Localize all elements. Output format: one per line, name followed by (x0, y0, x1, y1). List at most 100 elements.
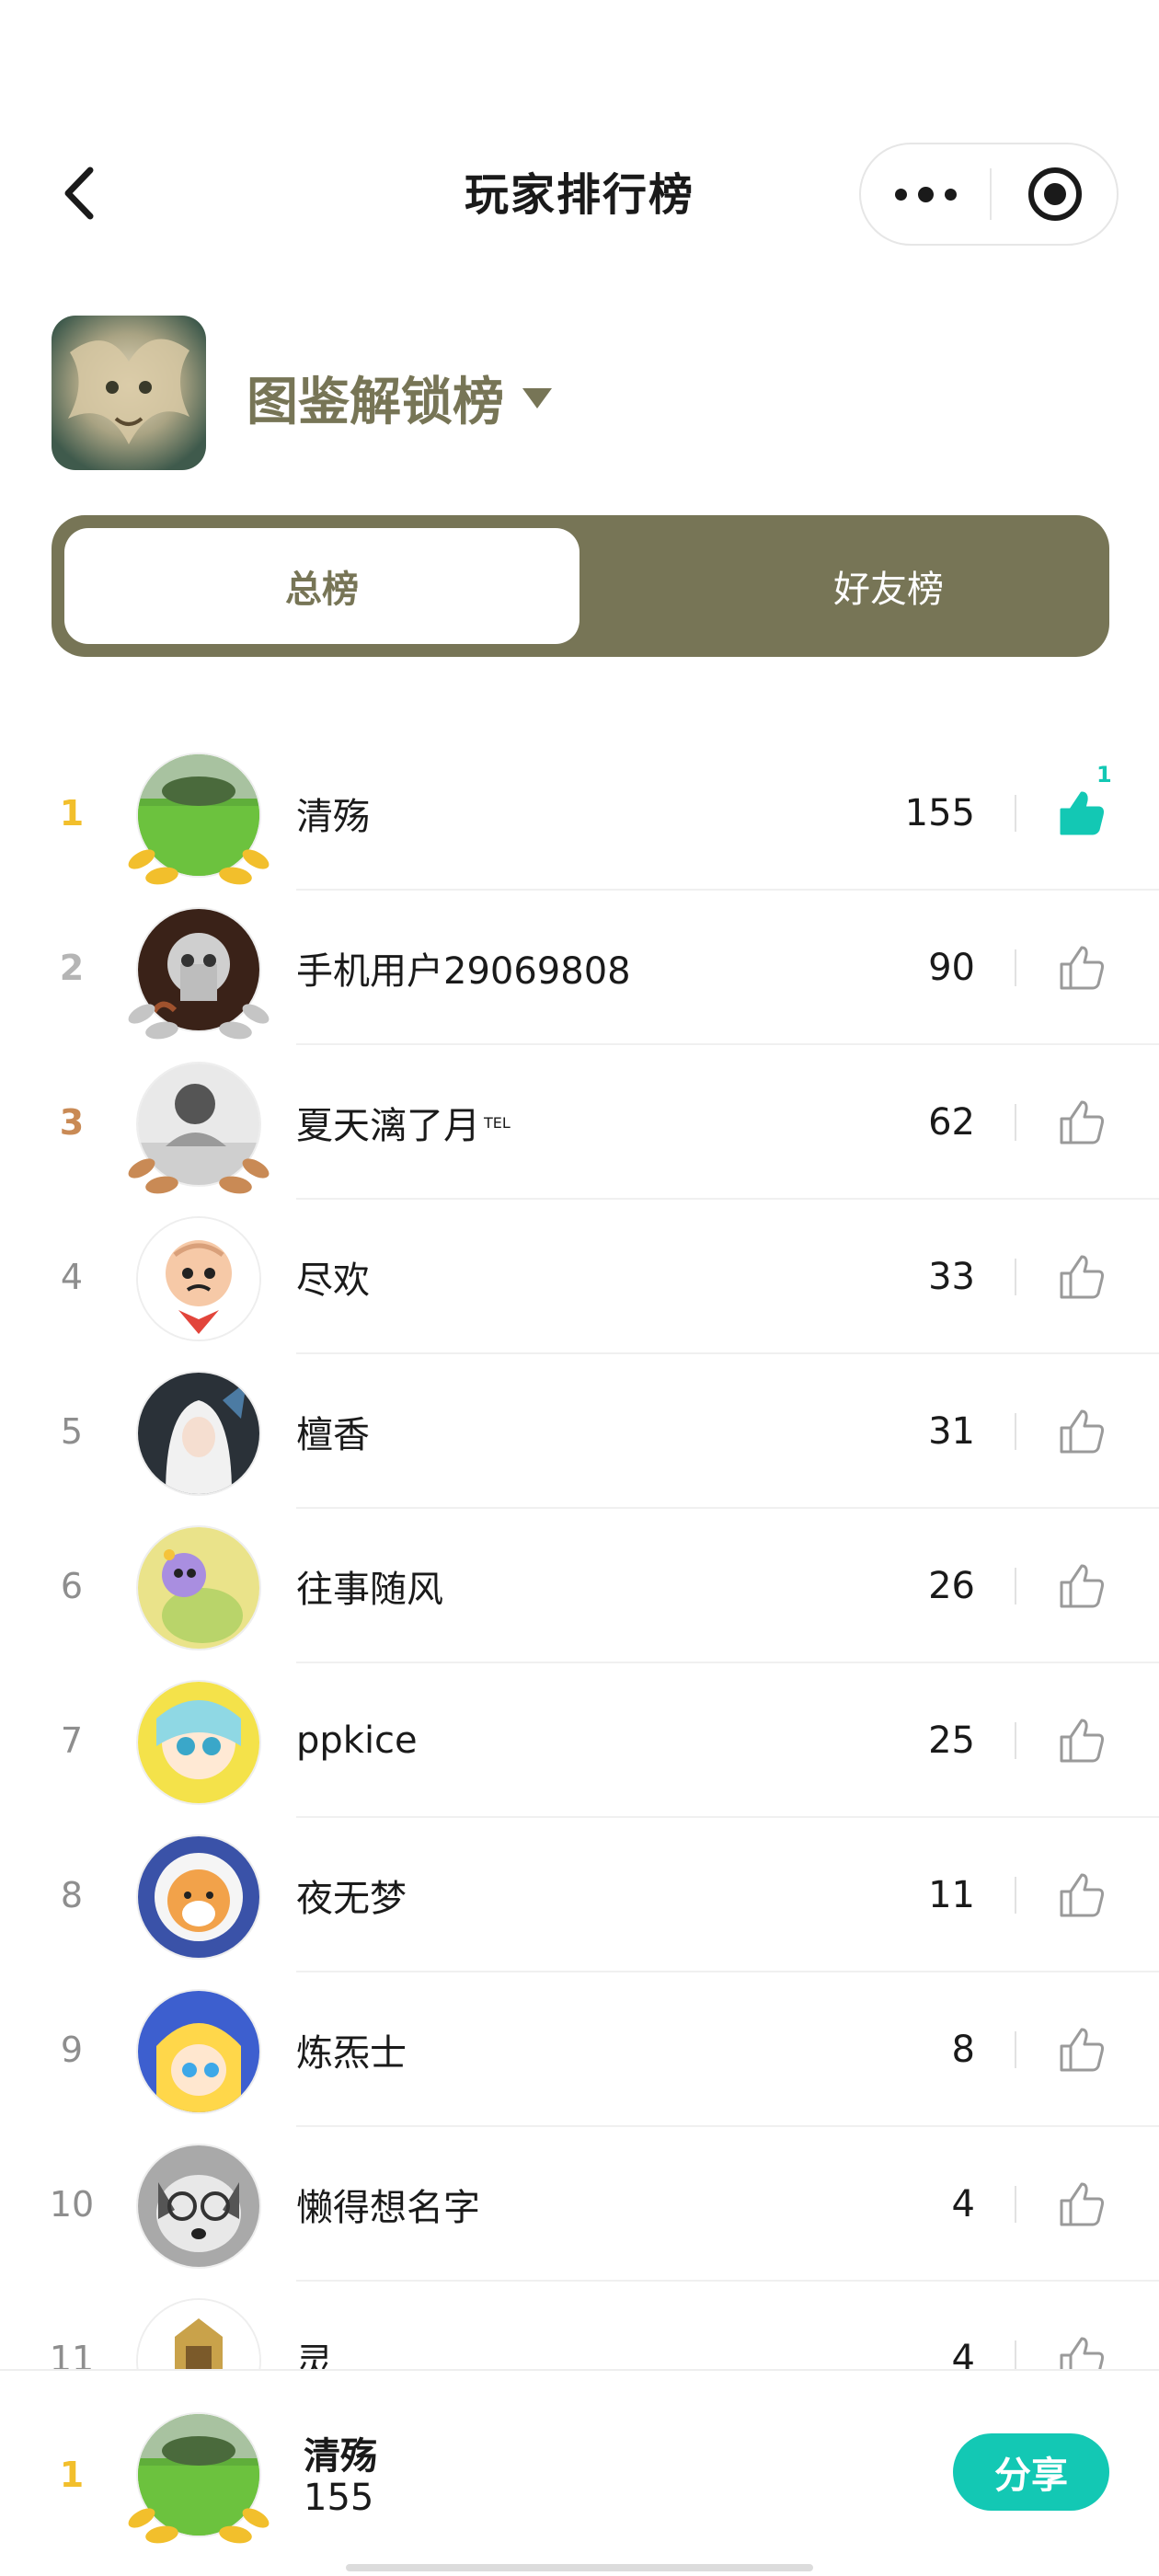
rank-number: 6 (60, 1566, 84, 1606)
player-name: 檀香 (296, 1354, 370, 1509)
player-name: 炼炁士 (296, 1972, 407, 2127)
player-score: 26 (928, 1565, 975, 1607)
rank-number: 5 (60, 1411, 84, 1452)
player-name: 清殇 (296, 736, 370, 891)
row-divider (1015, 1722, 1016, 1759)
rank-number: 1 (59, 793, 85, 834)
my-score: 155 (304, 2477, 374, 2519)
thumbs-up-icon[interactable] (1056, 1097, 1107, 1148)
player-score: 4 (951, 2183, 975, 2225)
board-avatar (52, 316, 206, 470)
rank-number: 2 (59, 948, 85, 988)
player-name-text: 夏天漓了月 (296, 1105, 480, 1147)
home-indicator (346, 2564, 813, 2571)
thumbs-up-filled-icon[interactable] (1056, 788, 1107, 839)
my-avatar (136, 2412, 261, 2537)
player-avatar[interactable] (136, 1989, 261, 2114)
row-divider (1015, 2031, 1016, 2068)
share-button[interactable]: 分享 (953, 2433, 1109, 2511)
row-divider (1015, 1413, 1016, 1450)
ranking-row[interactable]: 7 ppkice 25 (0, 1663, 1159, 1818)
tab-friends[interactable]: 好友榜 (631, 528, 1146, 644)
dragon-avatar-image (52, 316, 206, 470)
my-rank: 1 (59, 2454, 85, 2495)
row-divider (1015, 949, 1016, 986)
target-circle-icon (1028, 167, 1082, 221)
tab-total[interactable]: 总榜 (64, 528, 580, 644)
ranking-list[interactable]: 1 清殇 155 1 2 手机用户29069808 90 3 夏天漓了月 TEL… (0, 736, 1159, 2369)
ranking-row[interactable]: 2 手机用户29069808 90 (0, 891, 1159, 1045)
thumbs-up-icon[interactable] (1056, 1869, 1107, 1921)
player-name: 夜无梦 (296, 1818, 407, 1972)
rank-number: 9 (60, 2030, 84, 2070)
player-name-text: 尽欢 (296, 1259, 370, 1302)
ranking-row[interactable]: 8 夜无梦 11 (0, 1818, 1159, 1972)
player-avatar[interactable] (136, 1371, 261, 1496)
avatar-image (138, 1836, 259, 1958)
ranking-row[interactable]: 10 懒得想名字 4 (0, 2127, 1159, 2282)
board-tabs: 总榜 好友榜 (52, 515, 1109, 657)
row-divider (1015, 1568, 1016, 1604)
close-button[interactable] (992, 144, 1119, 244)
player-score: 33 (928, 1256, 975, 1298)
player-name-text: 清殇 (296, 796, 370, 838)
ranking-row[interactable]: 11 灵 4 (0, 2282, 1159, 2369)
ranking-row[interactable]: 6 往事随风 26 (0, 1509, 1159, 1663)
player-score: 90 (928, 947, 975, 989)
rank-number: 7 (60, 1720, 84, 1761)
my-name: 清殇 (304, 2435, 377, 2478)
avatar-image (138, 754, 259, 876)
player-avatar[interactable] (136, 1680, 261, 1805)
ranking-row[interactable]: 4 尽欢 33 (0, 1200, 1159, 1354)
player-name: 夏天漓了月 TEL (296, 1045, 511, 1200)
row-divider (1015, 1104, 1016, 1141)
avatar-image (138, 1373, 259, 1494)
thumbs-up-icon[interactable] (1056, 2179, 1107, 2230)
thumbs-up-icon[interactable] (1056, 942, 1107, 994)
row-divider (1015, 795, 1016, 832)
ranking-row[interactable]: 9 炼炁士 8 (0, 1972, 1159, 2127)
player-avatar[interactable] (136, 2298, 261, 2369)
avatar-image (138, 1064, 259, 1185)
player-name: ppkice (296, 1663, 418, 1818)
more-dots-icon (889, 186, 962, 202)
thumbs-up-icon[interactable] (1056, 1406, 1107, 1457)
player-avatar[interactable] (136, 1834, 261, 1960)
avatar-image (138, 1527, 259, 1649)
row-divider (1015, 1259, 1016, 1295)
player-avatar[interactable] (136, 2144, 261, 2269)
ranking-row[interactable]: 3 夏天漓了月 TEL 62 (0, 1045, 1159, 1200)
thumbs-up-icon[interactable] (1056, 1251, 1107, 1303)
player-avatar[interactable] (136, 907, 261, 1032)
my-rank-bar: 1 清殇 155 分享 (0, 2369, 1159, 2576)
player-name-text: 夜无梦 (296, 1878, 407, 1920)
avatar-image (138, 909, 259, 1030)
ranking-row[interactable]: 1 清殇 155 1 (0, 736, 1159, 891)
player-name-text: 往事随风 (296, 1569, 443, 1611)
player-avatar[interactable] (136, 1062, 261, 1187)
player-avatar[interactable] (136, 1216, 261, 1341)
thumbs-up-icon[interactable] (1056, 1715, 1107, 1766)
row-divider (1015, 1877, 1016, 1914)
player-name-text: 檀香 (296, 1414, 370, 1456)
player-name: 尽欢 (296, 1200, 370, 1354)
player-avatar[interactable] (136, 1525, 261, 1650)
mini-program-capsule (859, 143, 1119, 246)
rank-number: 11 (49, 2339, 95, 2369)
avatar-image (138, 1682, 259, 1803)
grass-avatar-image (138, 2414, 259, 2536)
more-button[interactable] (861, 144, 990, 244)
board-title: 图鉴解锁榜 (247, 373, 504, 432)
player-score: 25 (928, 1719, 975, 1762)
thumbs-up-icon[interactable] (1056, 1560, 1107, 1612)
thumbs-up-icon[interactable] (1056, 2333, 1107, 2369)
player-score: 155 (904, 792, 975, 834)
player-name-text: ppkice (296, 1719, 418, 1762)
board-selector[interactable]: 图鉴解锁榜 (247, 361, 552, 435)
thumbs-up-icon[interactable] (1056, 2024, 1107, 2076)
rank-number: 8 (60, 1875, 84, 1915)
player-avatar[interactable] (136, 753, 261, 878)
nav-bar: 玩家排行榜 (0, 0, 1159, 248)
ranking-row[interactable]: 5 檀香 31 (0, 1354, 1159, 1509)
player-name: 懒得想名字 (296, 2127, 480, 2282)
